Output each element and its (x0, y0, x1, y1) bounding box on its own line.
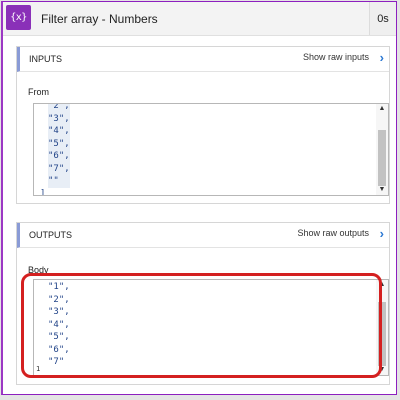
code-line: "2", (48, 104, 70, 113)
scroll-up-arrow-icon[interactable]: ▲ (376, 104, 388, 114)
data-operations-icon: {x} (6, 5, 31, 30)
body-code-box[interactable]: "1", "2", "3", "4", "5", "6", "7" 1 ▲ ▼ (33, 279, 389, 376)
action-title: Filter array - Numbers (41, 12, 158, 26)
code-line: "6", (48, 150, 70, 163)
duration-badge: 0s (369, 2, 396, 35)
code-line: "7", (48, 162, 70, 175)
scroll-down-arrow-icon[interactable]: ▼ (376, 365, 388, 375)
scroll-down-arrow-icon[interactable]: ▼ (376, 185, 388, 195)
code-line: "2", (48, 294, 70, 305)
from-label: From (28, 87, 49, 97)
show-raw-outputs-link[interactable]: Show raw outputs (297, 228, 369, 238)
code-line: "5", (48, 332, 70, 342)
code-line: "3", (48, 112, 70, 125)
outputs-section: OUTPUTS Show raw outputs › Body "1", "2"… (16, 222, 390, 385)
from-scrollbar[interactable]: ▲ ▼ (376, 104, 388, 195)
show-raw-inputs-link[interactable]: Show raw inputs (303, 52, 369, 62)
code-line: ] (40, 188, 46, 196)
outputs-title: OUTPUTS (29, 230, 73, 240)
action-header[interactable]: {x} Filter array - Numbers 0s (3, 2, 396, 36)
code-line: "4", (48, 125, 70, 138)
body-label: Body (28, 265, 49, 275)
scroll-thumb[interactable] (378, 130, 386, 186)
icon-glyph: {x} (10, 12, 27, 23)
code-line: "4", (48, 319, 70, 330)
scroll-thumb[interactable] (378, 302, 386, 366)
line-number: 1 (36, 365, 41, 373)
chevron-right-icon[interactable]: › (380, 50, 384, 65)
inputs-title: INPUTS (29, 54, 63, 64)
scroll-up-arrow-icon[interactable]: ▲ (376, 280, 388, 290)
from-code-box[interactable]: "2", "3", "4", "5", "6", "7", "" ] ▲ ▼ (33, 103, 389, 196)
body-code-lines: "1", "2", "3", "4", "5", "6", "7" (48, 281, 70, 369)
chevron-right-icon[interactable]: › (380, 226, 384, 241)
code-line: "1", (48, 282, 70, 292)
code-line: "3", (48, 307, 70, 317)
body-scrollbar[interactable]: ▲ ▼ (376, 280, 388, 375)
outputs-header: OUTPUTS Show raw outputs › (17, 223, 389, 248)
code-line: "6", (48, 344, 70, 355)
inputs-header: INPUTS Show raw inputs › (17, 47, 389, 72)
inputs-section: INPUTS Show raw inputs › From "2", "3", … (16, 46, 390, 204)
code-line: "5", (48, 137, 70, 150)
code-line: "" (48, 175, 70, 188)
action-card: {x} Filter array - Numbers 0s INPUTS Sho… (1, 1, 397, 395)
code-line: "7" (48, 357, 65, 367)
from-code-lines: "2", "3", "4", "5", "6", "7", "" ] (40, 104, 70, 195)
